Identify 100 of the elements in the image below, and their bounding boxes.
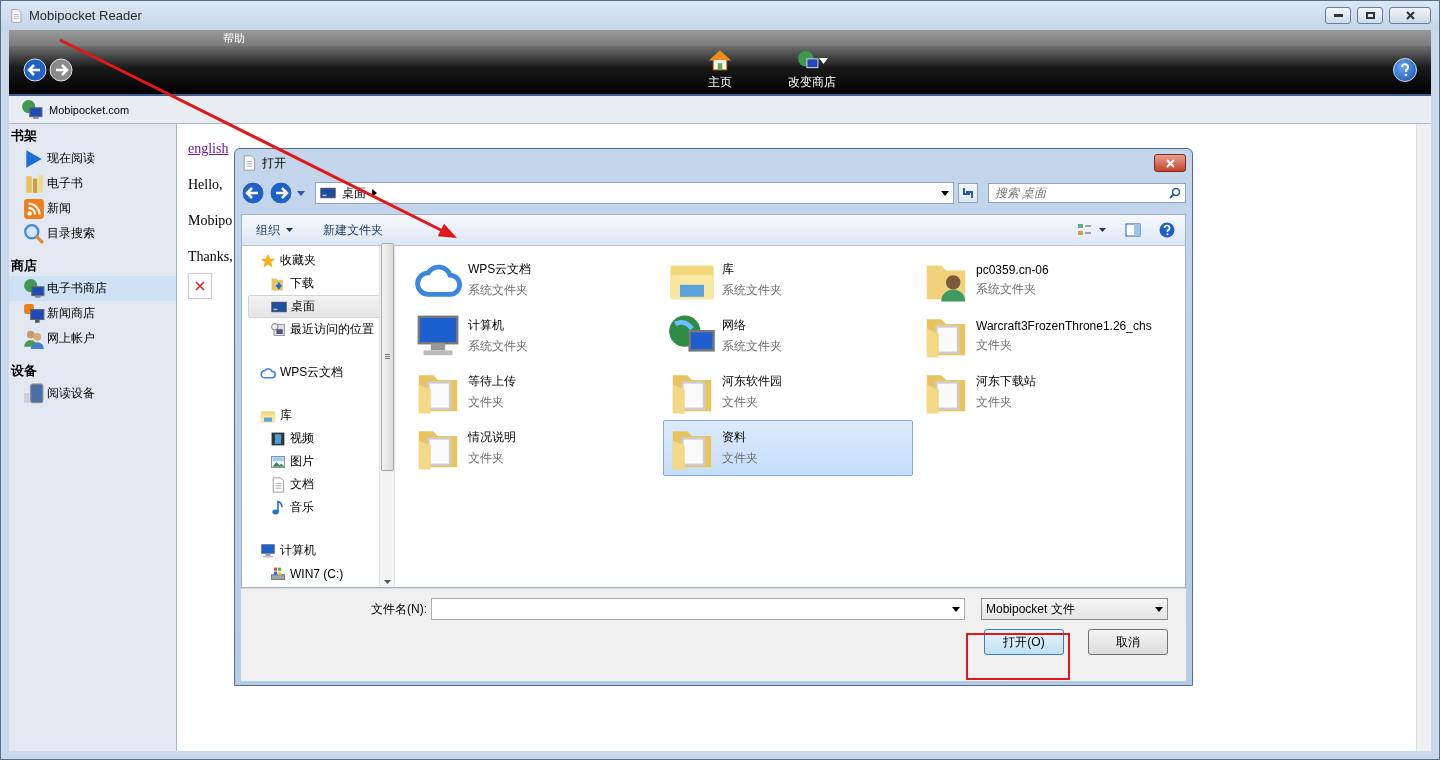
nav-item[interactable]: WIN7 (C:) — [248, 562, 380, 585]
file-item[interactable]: 库 系统文件夹 — [663, 252, 913, 308]
caret-icon[interactable] — [297, 190, 305, 196]
file-name: 情况说明 — [468, 429, 516, 446]
preview-pane-icon[interactable] — [1125, 223, 1141, 237]
help-icon[interactable] — [1159, 222, 1175, 238]
sidebar-item[interactable]: 电子书 — [9, 171, 176, 196]
house-icon — [709, 49, 731, 72]
file-type: 系统文件夹 — [722, 282, 782, 299]
body-text: Hello, — [188, 177, 223, 193]
dialog-title: 打开 — [262, 154, 287, 172]
sidebar-item[interactable]: 网上帐户 — [9, 326, 176, 351]
sidebar-item[interactable]: 新闻 — [9, 196, 176, 221]
music-note-icon — [270, 499, 286, 516]
toolbar-button[interactable]: 改变商店 — [788, 49, 836, 91]
command-button[interactable]: 新建文件夹 — [323, 221, 383, 239]
document-icon — [241, 155, 257, 171]
minimize-button[interactable] — [1325, 7, 1351, 24]
help-button[interactable] — [1393, 58, 1417, 82]
refresh-icon — [961, 186, 975, 200]
file-name: 网络 — [722, 317, 747, 334]
picture-file-icon — [270, 453, 286, 470]
view-options-icon[interactable] — [1077, 222, 1107, 238]
file-item[interactable]: 计算机 系统文件夹 — [409, 308, 659, 364]
sidebar-item[interactable]: 目录搜索 — [9, 221, 176, 246]
globe-monitor-icon — [23, 277, 45, 300]
language-link[interactable]: english — [188, 141, 229, 156]
file-item[interactable]: 河东下载站 文件夹 — [917, 364, 1167, 420]
file-item[interactable]: WPS云文档 系统文件夹 — [409, 252, 659, 308]
scrollbar[interactable] — [379, 246, 394, 587]
nav-item[interactable]: 文档 — [248, 473, 380, 496]
file-item[interactable]: 情况说明 文件夹 — [409, 420, 659, 476]
file-type-dropdown[interactable]: Mobipocket 文件 — [981, 598, 1168, 620]
close-icon — [1165, 158, 1175, 168]
file-type: 系统文件夹 — [976, 280, 1037, 298]
file-item[interactable]: 网络 系统文件夹 — [663, 308, 913, 364]
recent-places-icon — [270, 321, 286, 338]
file-type: 文件夹 — [468, 450, 505, 467]
sidebar-item[interactable]: 阅读设备 — [9, 381, 176, 406]
books-icon — [23, 172, 45, 195]
nav-item[interactable]: 最近访问的位置 — [248, 318, 380, 341]
device-icon — [23, 382, 45, 405]
close-button[interactable] — [1154, 154, 1186, 172]
open-button[interactable]: 打开(O) — [984, 629, 1064, 655]
scroll-down-icon[interactable] — [383, 580, 391, 584]
file-name: 资料 — [722, 429, 747, 446]
file-name: 库 — [722, 261, 735, 278]
filename-label: 文件名(N): — [371, 600, 427, 618]
file-item[interactable]: pc0359.cn-06 系统文件夹 — [917, 252, 1167, 308]
nav-item[interactable]: 桌面 — [248, 295, 380, 318]
file-type: 文件夹 — [722, 450, 758, 467]
nav-item[interactable]: 下载 — [248, 272, 380, 295]
toolbar-button[interactable]: 主页 — [708, 49, 732, 91]
globe-monitor-icon — [21, 98, 43, 121]
refresh-button[interactable] — [958, 183, 978, 203]
file-item[interactable]: Warcraft3FrozenThrone1.26_chs 文件夹 — [917, 308, 1167, 364]
nav-item[interactable]: 音乐 — [248, 496, 380, 519]
file-item[interactable]: 河东软件园 文件夹 — [663, 364, 913, 420]
star-icon — [260, 252, 276, 269]
cancel-button[interactable]: 取消 — [1088, 629, 1168, 655]
menu-item[interactable]: 帮助 — [219, 30, 249, 46]
body-text: Mobipo — [188, 213, 233, 229]
section-heading: 商店 — [10, 257, 38, 275]
window-title: Mobipocket Reader — [29, 8, 143, 23]
file-name: 等待上传 — [468, 373, 516, 390]
filename-field[interactable] — [431, 598, 965, 620]
download-folder-icon — [270, 275, 286, 292]
section-heading: 书架 — [10, 127, 38, 145]
file-name: WPS云文档 — [468, 261, 532, 278]
caret-icon — [818, 57, 828, 64]
body-text: Thanks, — [188, 249, 233, 265]
close-button[interactable] — [1389, 7, 1431, 24]
file-item[interactable]: 等待上传 文件夹 — [409, 364, 659, 420]
nav-item[interactable]: 视频 — [248, 427, 380, 450]
address-text: Mobipocket.com — [49, 103, 130, 116]
command-button[interactable]: 组织 — [256, 221, 293, 239]
file-item[interactable]: 资料 文件夹 — [663, 420, 913, 476]
drive-icon — [270, 565, 286, 582]
desktop-icon — [320, 185, 336, 201]
sidebar-item[interactable]: 电子书商店 — [9, 276, 176, 301]
section-heading: 设备 — [10, 362, 38, 380]
caret-icon — [286, 228, 293, 232]
scrollbar[interactable] — [1416, 124, 1431, 751]
sidebar-item[interactable]: 现在阅读 — [9, 146, 176, 171]
search-field[interactable]: 搜索 桌面 — [988, 183, 1186, 203]
file-name: 河东下载站 — [976, 373, 1036, 390]
forward-button[interactable] — [49, 58, 73, 82]
nav-item[interactable]: 图片 — [248, 450, 380, 473]
maximize-button[interactable] — [1357, 7, 1383, 24]
file-type: 系统文件夹 — [468, 338, 528, 355]
nav-item[interactable]: 库 — [248, 404, 380, 427]
document-icon — [9, 8, 23, 23]
rss-monitor-icon — [23, 302, 45, 325]
nav-item[interactable]: WPS云文档 — [248, 361, 380, 384]
file-type: 系统文件夹 — [468, 282, 529, 299]
nav-item[interactable]: 收藏夹 — [248, 249, 380, 272]
back-button[interactable] — [23, 58, 47, 82]
nav-item[interactable]: 计算机 — [248, 539, 380, 562]
close-icon — [1405, 11, 1415, 20]
sidebar-item[interactable]: 新闻商店 — [9, 301, 176, 326]
